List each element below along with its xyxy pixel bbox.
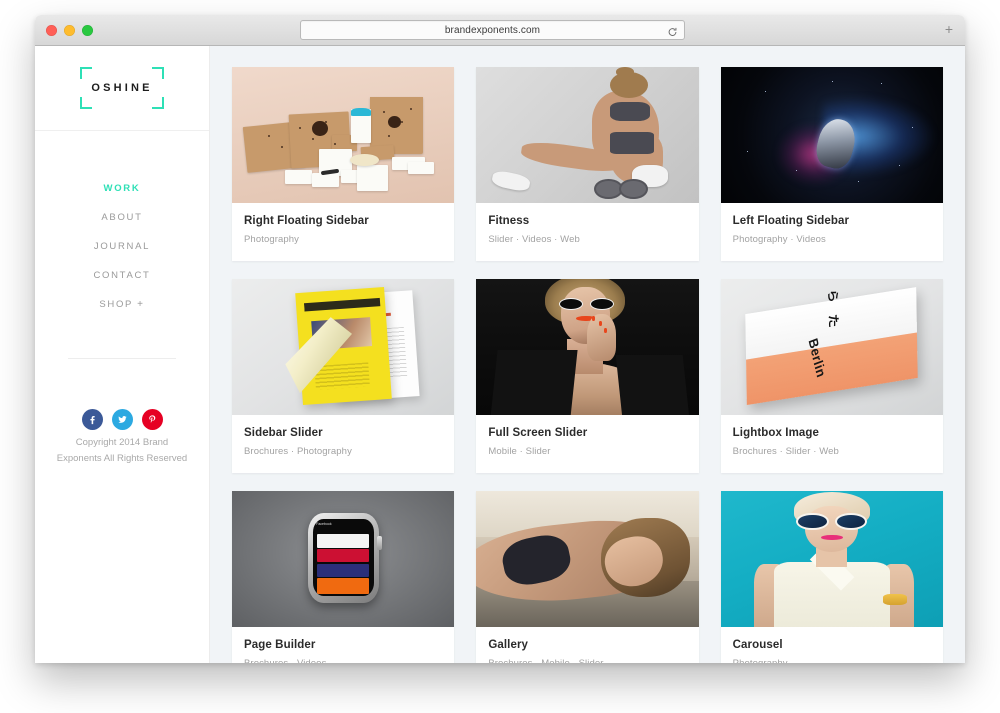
branding-stationery-art	[232, 67, 454, 203]
portfolio-caption: Sidebar Slider Brochures · Photography	[232, 415, 454, 473]
portfolio-categories: Photography	[733, 658, 931, 663]
nav-item-label: JOURNAL	[93, 241, 151, 252]
nav-item-shop[interactable]: SHOP +	[99, 290, 144, 319]
portfolio-item[interactable]: 木 ら た Berlin Lightbox Image Brochures · …	[720, 279, 943, 473]
nav-item-work[interactable]: WORK	[104, 174, 141, 203]
nav-item-label: SHOP	[99, 299, 134, 310]
browser-titlebar: brandexponents.com +	[35, 15, 965, 46]
portfolio-caption: Left Floating Sidebar Photography · Vide…	[721, 203, 943, 261]
logo-text: OSHINE	[91, 82, 153, 94]
copyright-text: Copyright 2014 Brand Exponents All Right…	[56, 437, 188, 464]
portfolio-content: Right Floating Sidebar Photography Fitne…	[210, 46, 965, 663]
portfolio-title: Sidebar Slider	[244, 427, 323, 439]
portfolio-item[interactable]: Carousel Photography	[720, 491, 943, 663]
watch-status-label: Facebook	[316, 522, 332, 527]
portfolio-thumbnail[interactable]	[720, 67, 943, 203]
logo-bracket-top-right-icon	[152, 67, 164, 79]
portfolio-title: Lightbox Image	[732, 427, 820, 439]
twitter-icon[interactable]	[111, 409, 133, 430]
portfolio-title: Right Floating Sidebar	[244, 215, 369, 227]
portfolio-thumbnail[interactable]	[720, 491, 943, 627]
portfolio-title: Fitness	[488, 215, 530, 227]
nav-item-about[interactable]: ABOUT	[101, 203, 142, 232]
new-tab-button[interactable]: +	[943, 22, 955, 36]
minimize-button[interactable]	[64, 25, 75, 36]
portfolio-title: Full Screen Slider	[488, 427, 588, 439]
portfolio-categories: Slider · Videos · Web	[488, 234, 580, 245]
portfolio-thumbnail[interactable]	[476, 279, 699, 415]
portfolio-title: Gallery	[488, 639, 529, 651]
portfolio-title: Page Builder	[244, 639, 316, 651]
portfolio-thumbnail[interactable]: 木 ら た Berlin	[720, 279, 943, 415]
portfolio-caption: Full Screen Slider Mobile · Slider	[476, 415, 698, 473]
logo-bracket-top-left-icon	[80, 67, 92, 79]
portfolio-categories: Photography	[244, 234, 299, 245]
portfolio-item[interactable]: Sidebar Slider Brochures · Photography	[232, 279, 455, 473]
portfolio-item[interactable]: Full Screen Slider Mobile · Slider	[476, 279, 699, 473]
berlin-brochure-art: 木 ら た Berlin	[721, 279, 943, 415]
portfolio-categories: Brochures · Videos	[244, 658, 442, 663]
portfolio-categories: Photography · Videos	[732, 234, 826, 245]
portfolio-item[interactable]: Gallery Brochures · Mobile · Slider	[476, 491, 699, 663]
maximize-button[interactable]	[82, 25, 93, 36]
portfolio-item[interactable]: Fitness Slider · Videos · Web	[476, 67, 699, 261]
portfolio-thumbnail[interactable]	[476, 67, 699, 203]
logo-bracket-bottom-right-icon	[152, 97, 164, 109]
oshine-logo[interactable]: OSHINE	[80, 67, 164, 109]
site-sidebar: OSHINE WORK ABOUT JOURNAL CONTACT SHOP+	[35, 46, 210, 663]
space-nebula-art	[721, 67, 943, 203]
turquoise-fashion-art	[721, 491, 943, 627]
portfolio-categories: Brochures · Mobile · Slider	[488, 658, 686, 663]
browser-window: brandexponents.com + OSHINE WORK ABOUT J…	[35, 15, 965, 663]
portfolio-thumbnail[interactable]: Facebook	[232, 491, 455, 627]
portfolio-caption: Gallery Brochures · Mobile · Slider	[476, 627, 698, 663]
portfolio-caption: Carousel Photography	[721, 627, 943, 663]
portfolio-title: Left Floating Sidebar	[732, 215, 850, 227]
main-navigation: WORK ABOUT JOURNAL CONTACT SHOP +	[35, 131, 209, 319]
portfolio-categories: Mobile · Slider	[488, 446, 551, 457]
fashion-portrait-dark-art	[476, 279, 698, 415]
beach-portrait-art	[476, 491, 699, 627]
sidebar-divider	[68, 358, 176, 359]
fitness-photo-art	[476, 67, 698, 203]
social-links	[35, 409, 209, 430]
portfolio-thumbnail[interactable]	[476, 491, 699, 627]
reload-icon[interactable]	[667, 25, 678, 36]
nav-item-contact[interactable]: CONTACT	[93, 261, 150, 290]
portfolio-caption: Lightbox Image Brochures · Slider · Web	[721, 415, 943, 473]
submenu-expand-icon[interactable]: +	[137, 299, 145, 310]
portfolio-item[interactable]: Left Floating Sidebar Photography · Vide…	[720, 67, 943, 261]
portfolio-categories: Brochures · Slider · Web	[732, 446, 839, 457]
close-button[interactable]	[46, 25, 57, 36]
window-traffic-lights	[46, 25, 93, 36]
logo-block[interactable]: OSHINE	[35, 46, 209, 131]
nav-item-journal[interactable]: JOURNAL	[94, 232, 150, 261]
portfolio-title: Carousel	[732, 639, 783, 651]
facebook-icon[interactable]	[81, 409, 103, 430]
portfolio-item[interactable]: Facebook Page Builder Brochures ·	[232, 491, 455, 663]
portfolio-item[interactable]: Right Floating Sidebar Photography	[232, 67, 455, 261]
nav-item-label: CONTACT	[93, 270, 151, 281]
portfolio-caption: Right Floating Sidebar Photography	[232, 203, 454, 261]
magazine-mockup-art	[232, 279, 454, 415]
url-text: brandexponents.com	[444, 24, 541, 36]
portfolio-caption: Fitness Slider · Videos · Web	[476, 203, 698, 261]
portfolio-thumbnail[interactable]	[232, 279, 455, 415]
page-body: OSHINE WORK ABOUT JOURNAL CONTACT SHOP+	[35, 46, 965, 663]
address-bar[interactable]: brandexponents.com	[300, 20, 685, 40]
nav-item-label: ABOUT	[101, 212, 143, 223]
portfolio-caption: Page Builder Brochures · Videos	[232, 627, 454, 663]
smartwatch-art: Facebook	[232, 491, 454, 627]
portfolio-grid: Right Floating Sidebar Photography Fitne…	[232, 67, 943, 663]
portfolio-thumbnail[interactable]	[232, 67, 455, 203]
portfolio-categories: Brochures · Photography	[244, 446, 352, 457]
logo-bracket-bottom-left-icon	[80, 97, 92, 109]
pinterest-icon[interactable]	[141, 409, 163, 430]
nav-item-label: WORK	[103, 183, 141, 194]
